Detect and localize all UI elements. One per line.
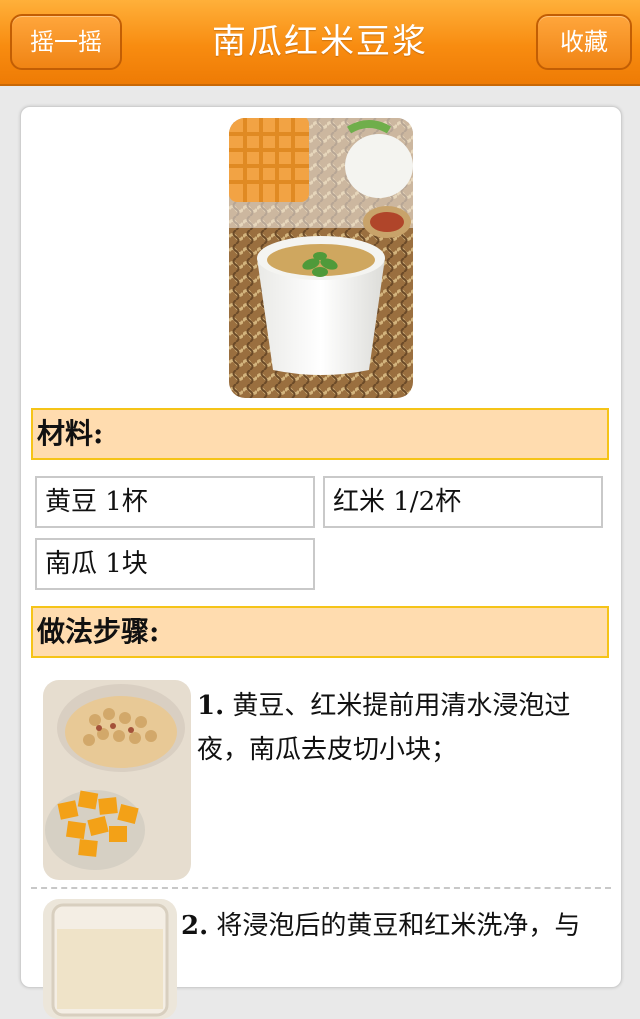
step-1-number: 1. <box>197 691 225 721</box>
page-title: 南瓜红米豆浆 <box>212 22 428 62</box>
step-divider <box>31 887 611 889</box>
steps-heading: 做法步骤: <box>31 606 609 658</box>
step-2-number: 2. <box>181 911 209 941</box>
shake-button[interactable]: 摇一摇 <box>10 14 122 70</box>
ingredient-soybean: 黄豆 1杯 <box>35 476 315 528</box>
recipe-card: 材料: 黄豆 1杯 红米 1/2杯 南瓜 1块 做法步骤: 1. 黄豆、红米提前… <box>20 106 622 1019</box>
step-1-description: 黄豆、红米提前用清水浸泡过夜，南瓜去皮切小块； <box>197 691 571 765</box>
step-2-image <box>43 899 177 1019</box>
ingredient-red-rice: 红米 1/2杯 <box>323 476 603 528</box>
step-1-text: 1. 黄豆、红米提前用清水浸泡过夜，南瓜去皮切小块； <box>197 684 597 772</box>
recipe-hero-image <box>229 118 413 398</box>
materials-heading: 材料: <box>31 408 609 460</box>
soy-milk-cup-illustration <box>229 118 413 398</box>
step-2-description: 将浸泡后的黄豆和红米洗净，与 <box>216 911 581 941</box>
favorite-button[interactable]: 收藏 <box>536 14 632 70</box>
step-2-text: 2. 将浸泡后的黄豆和红米洗净，与 <box>181 904 603 948</box>
top-nav-bar: 摇一摇 南瓜红米豆浆 收藏 <box>0 0 640 86</box>
ingredient-pumpkin: 南瓜 1块 <box>35 538 315 590</box>
blender-jar-illustration <box>43 899 177 1019</box>
soaked-beans-pumpkin-illustration <box>43 680 191 880</box>
step-1-image <box>43 680 191 880</box>
